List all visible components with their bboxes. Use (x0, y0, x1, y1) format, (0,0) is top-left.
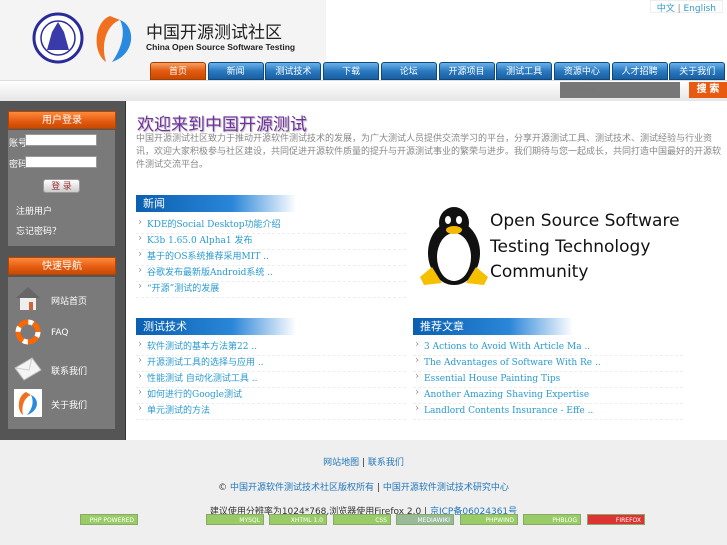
login-button[interactable]: 登 录 (43, 179, 80, 193)
list-item: K3b 1.65.0 Alpha1 发布 (136, 231, 406, 250)
institute-seal-logo (32, 12, 84, 64)
news-link[interactable]: 谷歌发布最新版Android系统 .. (147, 268, 273, 278)
cosst-logo (96, 16, 132, 62)
login-title: 用户登录 (8, 111, 116, 129)
list-item: 谷歌发布最新版Android系统 .. (136, 263, 406, 282)
articles-link[interactable]: Landlord Contents Insurance - Effe .. (424, 406, 593, 416)
articles-link[interactable]: The Advantages of Software With Re .. (424, 358, 601, 368)
nav-tab-5[interactable]: 开源项目 (438, 62, 495, 80)
badge-6[interactable]: PHBLOG (523, 514, 581, 525)
nav-tab-4[interactable]: 论坛 (380, 62, 437, 80)
news-link[interactable]: 基于的OS系统推荐采用MIT .. (147, 252, 269, 262)
nav-tab-1[interactable]: 新闻 (207, 62, 264, 80)
site-name-en: China Open Source Software Testing (146, 42, 296, 52)
footer-contact-link[interactable]: 联系我们 (368, 458, 404, 468)
list-item: 软件测试的基本方法第22 .. (136, 337, 406, 356)
quick-link-home[interactable]: 网站首页 (51, 294, 87, 307)
intro-text: 中国开源测试社区致力于推动开源软件测试技术的发展，为广大测试人员提供交流学习的平… (136, 134, 722, 170)
tech-section-title: 测试技术 (136, 318, 296, 335)
envelope-icon (14, 357, 42, 381)
articles-link[interactable]: Essential House Painting Tips (424, 374, 560, 384)
news-link[interactable]: K3b 1.65.0 Alpha1 发布 (147, 236, 252, 246)
tech-link[interactable]: 软件测试的基本方法第22 .. (147, 342, 257, 352)
banner-line-2: Testing Technology (490, 236, 651, 257)
footer: 网站地图 | 联系我们 © 中国开源软件测试技术社区版权所有 | 中国开源软件测… (0, 440, 727, 545)
nav-tab-3[interactable]: 下载 (323, 62, 380, 80)
forgot-password-link[interactable]: 忘记密码？ (16, 224, 61, 237)
footer-org1-link[interactable]: 中国开源软件测试技术社区版权所有 (230, 483, 374, 493)
banner-line-3: Community (490, 262, 589, 282)
news-section-title: 新闻 (136, 195, 296, 212)
cosst-small-logo-icon (14, 389, 42, 417)
password-input[interactable] (25, 156, 97, 168)
badge-5[interactable]: PHPWIND (460, 514, 518, 525)
badge-4[interactable]: MEDIAWIKI (396, 514, 454, 525)
news-link[interactable]: “开源”测试的发展 (147, 284, 219, 294)
news-link[interactable]: KDE的Social Desktop功能介绍 (147, 220, 281, 230)
quick-link-about[interactable]: 关于我们 (51, 398, 87, 411)
list-item: 开源测试工具的选择与应用 .. (136, 353, 406, 372)
list-item: Landlord Contents Insurance - Effe .. (413, 401, 683, 420)
tux-penguin-image (420, 207, 488, 285)
tech-link[interactable]: 单元测试的方法 (147, 406, 210, 416)
footer-sitemap-link[interactable]: 网站地图 (323, 458, 359, 468)
nav-tab-7[interactable]: 资源中心 (553, 62, 610, 80)
nav-tab-2[interactable]: 测试技术 (265, 62, 322, 80)
list-item: 性能测试 自动化测试工具 .. (136, 369, 406, 388)
tech-list: 软件测试的基本方法第22 .. 开源测试工具的选择与应用 .. 性能测试 自动化测试… (136, 337, 406, 420)
site-name-cn: 中国开源测试社区 (146, 23, 282, 43)
tech-link[interactable]: 如何进行的Google测试 (147, 390, 242, 400)
copyright-symbol: © (218, 483, 228, 493)
quick-nav-title: 快速导航 (8, 257, 116, 275)
home-icon (16, 287, 40, 310)
badge-0[interactable]: PHP POWERED (80, 514, 138, 525)
badge-7[interactable]: FIREFOX (587, 514, 645, 525)
list-item: 3 Actions to Avoid With Article Ma .. (413, 337, 683, 356)
lang-separator: | (677, 4, 681, 14)
quick-link-contact[interactable]: 联系我们 (51, 364, 87, 377)
nav-tab-6[interactable]: 测试工具 (496, 62, 553, 80)
articles-section-title: 推荐文章 (413, 318, 573, 335)
news-list: KDE的Social Desktop功能介绍 K3b 1.65.0 Alpha1 … (136, 215, 406, 298)
list-item: Essential House Painting Tips (413, 369, 683, 388)
articles-list: 3 Actions to Avoid With Article Ma .. The… (413, 337, 683, 420)
lang-en-link[interactable]: English (684, 4, 717, 14)
badge-1[interactable]: MYSQL (206, 514, 264, 525)
badge-2[interactable]: XHTML 1.0 (269, 514, 327, 525)
badge-3[interactable]: CSS (333, 514, 391, 525)
banner-line-1: Open Source Software (490, 211, 680, 231)
nav-tab-0[interactable]: 首页 (150, 62, 206, 80)
articles-link[interactable]: 3 Actions to Avoid With Article Ma .. (424, 342, 590, 352)
footer-org2-link[interactable]: 中国开源软件测试技术研究中心 (383, 483, 509, 493)
nav-tab-8[interactable]: 人才招聘 (611, 62, 668, 80)
list-item: Another Amazing Shaving Expertise (413, 385, 683, 404)
tech-link[interactable]: 开源测试工具的选择与应用 .. (147, 358, 264, 368)
register-link[interactable]: 注册用户 (16, 204, 52, 217)
language-switcher: 中文 | English (649, 0, 723, 14)
list-item: The Advantages of Software With Re .. (413, 353, 683, 372)
welcome-heading: 欢迎来到中国开源测试 (137, 115, 307, 135)
search-button[interactable]: 搜 索 (689, 82, 727, 98)
list-item: “开源”测试的发展 (136, 279, 406, 298)
search-input[interactable] (560, 82, 680, 98)
list-item: 基于的OS系统推荐采用MIT .. (136, 247, 406, 266)
nav-tab-9[interactable]: 关于我们 (669, 62, 726, 80)
tech-link[interactable]: 性能测试 自动化测试工具 .. (147, 374, 257, 384)
articles-link[interactable]: Another Amazing Shaving Expertise (424, 390, 589, 400)
community-banner: Open Source Software Testing Technology … (490, 209, 680, 286)
list-item: 单元测试的方法 (136, 401, 406, 420)
username-input[interactable] (25, 134, 97, 146)
quick-link-faq[interactable]: FAQ (51, 328, 68, 338)
list-item: 如何进行的Google测试 (136, 385, 406, 404)
list-item: KDE的Social Desktop功能介绍 (136, 215, 406, 234)
lifebuoy-icon (15, 319, 41, 345)
lang-cn-link[interactable]: 中文 (657, 4, 675, 14)
